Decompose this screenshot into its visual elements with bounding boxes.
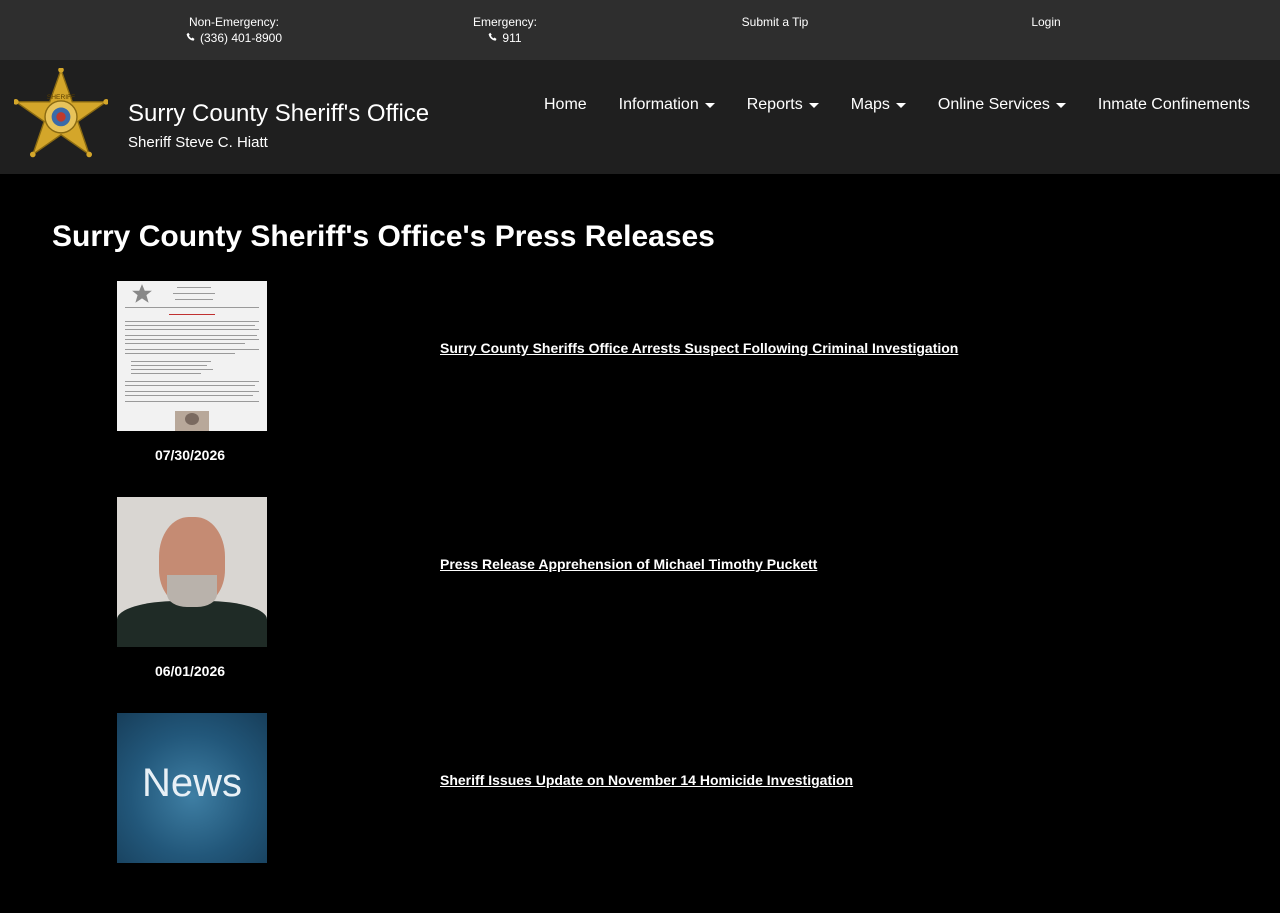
nav-maps[interactable]: Maps — [835, 95, 922, 115]
non-emergency-label: Non-Emergency: — [188, 15, 280, 29]
badge-lettering: SHERIFF — [47, 94, 75, 101]
nav-inmate-confinements[interactable]: Inmate Confinements — [1082, 95, 1250, 115]
submit-tip-link[interactable]: Submit a Tip — [742, 14, 809, 30]
site-subtitle: Sheriff Steve C. Hiatt — [128, 134, 268, 151]
non-emergency-phone: (336) 401-8900 — [199, 31, 283, 45]
nav-online-services[interactable]: Online Services — [922, 95, 1082, 115]
caret-down-icon — [895, 102, 906, 108]
press-release-item: News Sheriff Issues Update on November 1… — [0, 713, 1280, 913]
non-emergency-contact[interactable]: Non-Emergency: (336) 401-8900 — [186, 14, 282, 46]
press-release-link[interactable]: Press Release Apprehension of Michael Ti… — [440, 556, 817, 572]
badge-icon — [132, 284, 152, 303]
emergency-contact[interactable]: Emergency: 911 — [473, 14, 537, 46]
phone-icon — [488, 30, 498, 46]
nav-reports-label: Reports — [746, 96, 803, 113]
main-content: Surry County Sheriff's Office's Press Re… — [0, 174, 1280, 863]
nav-home[interactable]: Home — [528, 95, 603, 115]
press-release-news-thumbnail[interactable]: News — [117, 713, 267, 863]
page-title: Surry County Sheriff's Office's Press Re… — [52, 220, 715, 253]
emergency-phone: 911 — [502, 31, 522, 45]
utility-bar: Non-Emergency: (336) 401-8900 Emergency:… — [0, 0, 1280, 60]
caret-down-icon — [704, 102, 715, 108]
news-thumbnail-text: News — [141, 761, 243, 805]
press-release-item: 06/01/2026 Press Release Apprehension of… — [0, 497, 1280, 697]
nav-home-label: Home — [543, 96, 587, 113]
nav-maps-label: Maps — [850, 96, 890, 113]
nav-reports[interactable]: Reports — [731, 95, 835, 115]
nav-inmate-confinements-label: Inmate Confinements — [1097, 96, 1250, 113]
release-date: 06/01/2026 — [154, 663, 226, 679]
press-release-item: 07/30/2026 Surry County Sheriffs Office … — [0, 281, 1280, 481]
main-nav: Home Information Reports Maps Online Ser… — [528, 95, 1250, 115]
nav-information[interactable]: Information — [603, 95, 731, 115]
site-header: SHERIFF Surry County Sheriff's Office Sh… — [0, 60, 1280, 174]
phone-icon — [186, 30, 196, 46]
sheriff-star-badge-logo[interactable]: SHERIFF — [13, 67, 109, 162]
site-title[interactable]: Surry County Sheriff's Office — [128, 100, 429, 128]
release-date: 07/30/2026 — [154, 447, 226, 463]
login-link[interactable]: Login — [1031, 14, 1060, 30]
nav-information-label: Information — [618, 96, 699, 113]
caret-down-icon — [808, 102, 819, 108]
press-release-link[interactable]: Surry County Sheriffs Office Arrests Sus… — [440, 340, 958, 356]
emergency-label: Emergency: — [472, 15, 538, 29]
caret-down-icon — [1055, 102, 1066, 108]
press-release-link[interactable]: Sheriff Issues Update on November 14 Hom… — [440, 772, 853, 788]
press-release-mugshot-thumbnail[interactable] — [117, 497, 267, 647]
document-photo — [175, 411, 209, 431]
nav-online-services-label: Online Services — [937, 96, 1050, 113]
press-release-document-thumbnail[interactable] — [117, 281, 267, 431]
